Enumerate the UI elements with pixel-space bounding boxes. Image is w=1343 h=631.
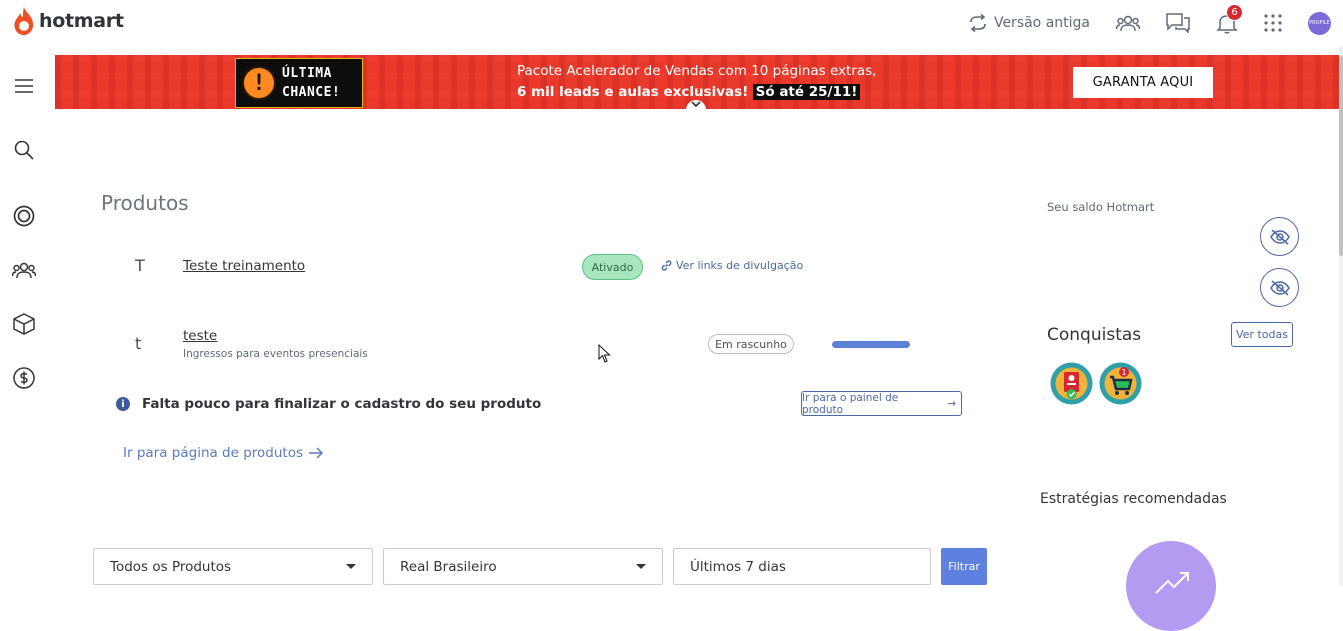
product-panel-label: Ir para o painel de produto — [802, 391, 899, 416]
go-to-products-label: Ir para página de produtos — [123, 445, 304, 461]
period-field-value: Últimos 7 dias — [690, 558, 786, 575]
product-initial: T — [135, 256, 145, 275]
arrow-right-icon: → — [947, 397, 956, 410]
trend-up-icon — [1155, 572, 1189, 594]
sidebar-item-search[interactable] — [12, 138, 36, 162]
go-to-products-link[interactable]: Ir para página de produtos — [123, 445, 324, 461]
balance-label: Seu saldo Hotmart — [1047, 200, 1155, 214]
target-icon — [13, 205, 35, 227]
notification-count-badge: 6 — [1226, 4, 1243, 21]
switch-arrows-icon — [970, 14, 986, 32]
toggle-balance-visibility-button[interactable] — [1260, 217, 1299, 256]
status-badge-active: Ativado — [582, 254, 643, 280]
eye-off-icon — [1269, 279, 1290, 296]
old-version-label: Versão antiga — [993, 15, 1090, 31]
community-button[interactable] — [1116, 0, 1140, 46]
products-title: Produtos — [101, 191, 189, 215]
eye-off-icon — [1269, 228, 1290, 245]
recommended-strategies-title: Estratégias recomendadas — [1040, 491, 1227, 507]
currency-select-value: Real Brasileiro — [400, 558, 497, 575]
strategy-card[interactable] — [1126, 541, 1216, 631]
users-group-icon — [12, 262, 36, 279]
last-chance-line2: CHANCE! — [282, 85, 341, 100]
caret-down-icon — [346, 564, 356, 569]
notifications-button[interactable]: 6 — [1216, 0, 1243, 46]
header-actions: Versão antiga 6 PROFILE — [942, 0, 1331, 46]
chat-button[interactable] — [1166, 0, 1190, 46]
sidebar-item-home[interactable] — [12, 204, 36, 228]
product-initial: t — [135, 334, 142, 353]
last-chance-line1: ÚLTIMA — [282, 66, 332, 81]
period-field[interactable]: Últimos 7 dias — [673, 548, 931, 585]
left-sidebar — [0, 46, 48, 586]
arrow-right-icon — [309, 447, 324, 459]
caret-down-icon — [636, 564, 646, 569]
product-row: t teste Ingressos para eventos presencia… — [110, 328, 1010, 378]
hotmart-logo[interactable]: hotmart — [12, 6, 124, 36]
banner-line2-bold: 6 mil leads e aulas exclusivas! — [517, 84, 749, 100]
chevron-down-icon — [691, 101, 701, 108]
box-icon — [13, 313, 35, 335]
product-subtitle: Ingressos para eventos presenciais — [183, 348, 368, 360]
sidebar-item-finance[interactable] — [12, 366, 36, 390]
chat-bubbles-icon — [1166, 13, 1190, 33]
profile-button[interactable]: PROFILE — [1308, 0, 1331, 46]
apps-menu-button[interactable] — [1264, 0, 1282, 46]
mouse-cursor-icon — [598, 344, 611, 363]
product-name-link[interactable]: teste — [183, 328, 217, 344]
menu-toggle-button[interactable] — [12, 74, 36, 98]
grid-dots-icon — [1264, 14, 1282, 32]
sidebar-item-community[interactable] — [12, 258, 36, 282]
svg-text:1: 1 — [1121, 368, 1126, 377]
currency-select[interactable]: Real Brasileiro — [383, 548, 663, 585]
banner-line1: Pacote Acelerador de Vendas com 10 págin… — [517, 63, 877, 79]
share-links-label: Ver links de divulgação — [676, 259, 804, 272]
see-all-achievements-button[interactable]: Ver todas — [1231, 322, 1293, 347]
top-bar: hotmart Versão antiga 6 PROFILE — [0, 0, 1343, 46]
dollar-coin-icon — [13, 367, 35, 389]
flame-icon — [14, 7, 34, 35]
product-name-link[interactable]: Teste treinamento — [183, 258, 305, 274]
logo-text: hotmart — [39, 10, 124, 32]
share-links-link[interactable]: Ver links de divulgação — [661, 259, 803, 272]
hamburger-icon — [15, 79, 33, 93]
dashboard-filters: Todos os Produtos Real Brasileiro Último… — [93, 548, 987, 585]
product-select-value: Todos os Produtos — [110, 558, 232, 575]
exclamation-icon: ! — [242, 66, 276, 100]
old-version-button[interactable]: Versão antiga — [968, 0, 1090, 46]
product-progress-bar — [832, 341, 910, 348]
users-icon — [1116, 15, 1140, 32]
product-select[interactable]: Todos os Produtos — [93, 548, 373, 585]
sidebar-item-products[interactable] — [12, 312, 36, 336]
achievements-title: Conquistas — [1047, 325, 1142, 345]
achievement-badge-first-sale-icon[interactable]: 1 — [1098, 361, 1143, 406]
banner-deadline: Só até 25/11! — [752, 84, 861, 100]
link-icon — [661, 260, 672, 271]
product-panel-button[interactable]: Ir para o painel de produto → — [801, 391, 962, 416]
last-chance-badge: ! ÚLTIMA CHANCE! — [235, 58, 363, 108]
search-icon — [14, 140, 34, 160]
banner-cta-button[interactable]: GARANTA AQUI — [1073, 67, 1213, 98]
filter-button[interactable]: Filtrar — [941, 548, 987, 585]
avatar: PROFILE — [1308, 11, 1331, 35]
last-chance-text: ÚLTIMA CHANCE! — [282, 64, 340, 102]
info-icon: i — [116, 397, 130, 411]
incomplete-product-text: Falta pouco para finalizar o cadastro do… — [142, 396, 542, 412]
toggle-values-visibility-button[interactable] — [1260, 268, 1299, 307]
product-row: T Teste treinamento — [110, 256, 1010, 306]
incomplete-product-notice: i Falta pouco para finalizar o cadastro … — [116, 396, 541, 412]
banner-message: Pacote Acelerador de Vendas com 10 págin… — [517, 61, 876, 103]
achievement-badge-product-icon[interactable] — [1049, 361, 1094, 406]
status-badge-draft: Em rascunho — [708, 334, 794, 354]
page-scrollbar-thumb[interactable] — [1339, 56, 1343, 256]
